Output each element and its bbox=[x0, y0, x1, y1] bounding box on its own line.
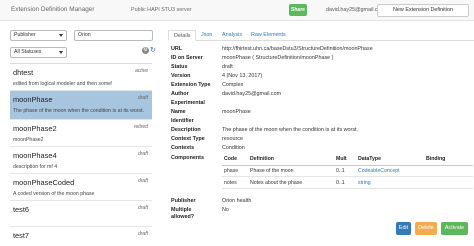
list-item[interactable]: moonPhase draft The phase of the moon wh… bbox=[10, 91, 152, 120]
activate-button[interactable]: Activate bbox=[441, 222, 468, 235]
name-label: Name bbox=[171, 109, 186, 115]
app-title[interactable]: Extension Definition Manager bbox=[11, 6, 94, 13]
description-value: The phase of the moon when the condition… bbox=[222, 127, 359, 133]
url-label: URL bbox=[171, 46, 183, 52]
publisher-label: Publisher bbox=[171, 198, 196, 204]
list-item[interactable]: test6 draft bbox=[10, 201, 152, 227]
publisher-select-value: Publisher bbox=[14, 32, 36, 38]
list-item-description: edited from logical modeler and then som… bbox=[13, 81, 113, 87]
server-name: Public HAPI STU3 server bbox=[131, 7, 192, 13]
datatype-link[interactable]: string bbox=[356, 176, 424, 189]
name-value: moonPhase bbox=[222, 109, 251, 115]
list-item-status: draft bbox=[137, 95, 148, 101]
share-button[interactable]: Share bbox=[289, 4, 307, 16]
list-item[interactable]: test7 draft bbox=[10, 227, 152, 246]
settings-icon[interactable]: ⚙ bbox=[142, 47, 149, 54]
list-item-name: dhtest bbox=[13, 68, 34, 77]
chevron-down-icon bbox=[59, 34, 63, 37]
column-header-mult: Mult bbox=[334, 154, 356, 166]
search-input[interactable]: Orion bbox=[74, 30, 153, 41]
id-value: moonPhase ( StructureDefinition/moonPhas… bbox=[222, 55, 334, 61]
id-label: ID on Server bbox=[171, 55, 203, 61]
list-item[interactable]: moonPhase2 retired moonPhase2 bbox=[10, 120, 152, 147]
author-value: david.hay25@gmail.com bbox=[222, 91, 282, 97]
components-table: Code Definition Mult DataType Binding ph… bbox=[222, 154, 473, 189]
list-item-name: test7 bbox=[13, 231, 30, 240]
column-header-datatype: DataType bbox=[356, 154, 424, 166]
tab-raw-elements[interactable]: Raw Elements bbox=[246, 30, 291, 41]
list-item-name: test6 bbox=[13, 205, 30, 214]
cell-mult: 0..1 bbox=[334, 165, 356, 178]
edit-button[interactable]: Edit bbox=[396, 222, 411, 235]
multiple-label: Multiple bbox=[171, 207, 192, 213]
refresh-icon[interactable]: ↻ bbox=[150, 47, 156, 54]
list-item-description: description for mf 4 bbox=[13, 164, 58, 170]
tab-json[interactable]: Json bbox=[196, 30, 217, 41]
chevron-down-icon bbox=[59, 51, 63, 54]
tab-analysis[interactable]: Analysis bbox=[217, 30, 247, 41]
status-value: draft bbox=[222, 64, 233, 70]
list-item-name: moonPhase4 bbox=[13, 151, 57, 160]
list-item-status: draft bbox=[137, 178, 148, 184]
list-item-name: moonPhase2 bbox=[13, 124, 57, 133]
cell-definition: Notes about the phase bbox=[248, 176, 334, 189]
allowed-label: allowed? bbox=[171, 214, 195, 220]
status-select[interactable]: All Statuses bbox=[10, 47, 67, 58]
delete-button[interactable]: Delete bbox=[415, 222, 437, 235]
publisher-select[interactable]: Publisher bbox=[10, 30, 67, 41]
components-label: Components bbox=[171, 155, 204, 161]
extension-type-label: Extension Type bbox=[171, 82, 211, 88]
description-label: Description bbox=[171, 127, 201, 133]
list-item-status: draft bbox=[137, 231, 148, 237]
column-header-definition: Definition bbox=[248, 154, 334, 166]
list-item-status: retired bbox=[133, 124, 148, 130]
list-item[interactable]: moonPhase4 draft description for mf 4 bbox=[10, 147, 152, 174]
list-item-name: moonPhase bbox=[13, 95, 53, 104]
identifier-label: Identifier bbox=[171, 118, 194, 124]
extension-list: dhtest active edited from logical modele… bbox=[10, 63, 152, 246]
list-item[interactable]: dhtest active edited from logical modele… bbox=[10, 64, 152, 91]
list-item[interactable]: moonPhaseCoded draft A coded version of … bbox=[10, 174, 152, 201]
cell-code: phase bbox=[222, 165, 248, 178]
detail-tabs: Details Json Analysis Raw Elements bbox=[168, 30, 474, 41]
contexts-label: Contexts bbox=[171, 145, 195, 151]
list-item-status: draft bbox=[137, 205, 148, 211]
context-type-value: resource bbox=[222, 136, 243, 142]
url-value: http://fhirtest.uhn.ca/baseDstu3/Structu… bbox=[222, 46, 373, 52]
cell-binding bbox=[424, 165, 473, 178]
cell-mult: 0..1 bbox=[334, 176, 356, 189]
table-header-row: Code Definition Mult DataType Binding bbox=[222, 154, 473, 166]
table-row: notes Notes about the phase 0..1 string bbox=[222, 176, 473, 189]
extension-type-value: Complex bbox=[222, 82, 244, 88]
status-label: Status bbox=[171, 64, 188, 70]
list-item-status: active bbox=[134, 68, 148, 74]
contexts-value: Condition bbox=[222, 145, 245, 151]
column-header-code: Code bbox=[222, 154, 248, 166]
cell-binding bbox=[424, 176, 473, 189]
cell-definition: Phase of the moon bbox=[248, 165, 334, 178]
list-item-description: A coded version of the moon phase bbox=[13, 191, 95, 197]
version-label: Version bbox=[171, 73, 191, 79]
multiple-value: No bbox=[222, 207, 229, 213]
context-type-label: Context Type bbox=[171, 136, 205, 142]
new-extension-button[interactable]: New Extension Definition bbox=[377, 4, 469, 17]
cell-code: notes bbox=[222, 176, 248, 189]
datatype-link[interactable]: CodeableConcept bbox=[356, 165, 424, 178]
publisher-value: Orion health bbox=[222, 198, 252, 204]
author-label: Author bbox=[171, 91, 189, 97]
column-header-binding: Binding bbox=[424, 154, 473, 166]
list-item-status: draft bbox=[137, 151, 148, 157]
list-item-description: The phase of the moon when the condition… bbox=[13, 108, 144, 114]
list-item-description: moonPhase2 bbox=[13, 137, 44, 143]
version-value: 4 (Nov 13, 2017) bbox=[222, 73, 263, 79]
experimental-label: Experimental bbox=[171, 100, 205, 106]
top-navbar: Extension Definition Manager Public HAPI… bbox=[0, 0, 474, 21]
table-row: phase Phase of the moon 0..1 CodeableCon… bbox=[222, 165, 473, 178]
tab-details[interactable]: Details bbox=[168, 30, 197, 41]
list-item-name: moonPhaseCoded bbox=[13, 178, 75, 187]
status-select-value: All Statuses bbox=[14, 49, 42, 55]
